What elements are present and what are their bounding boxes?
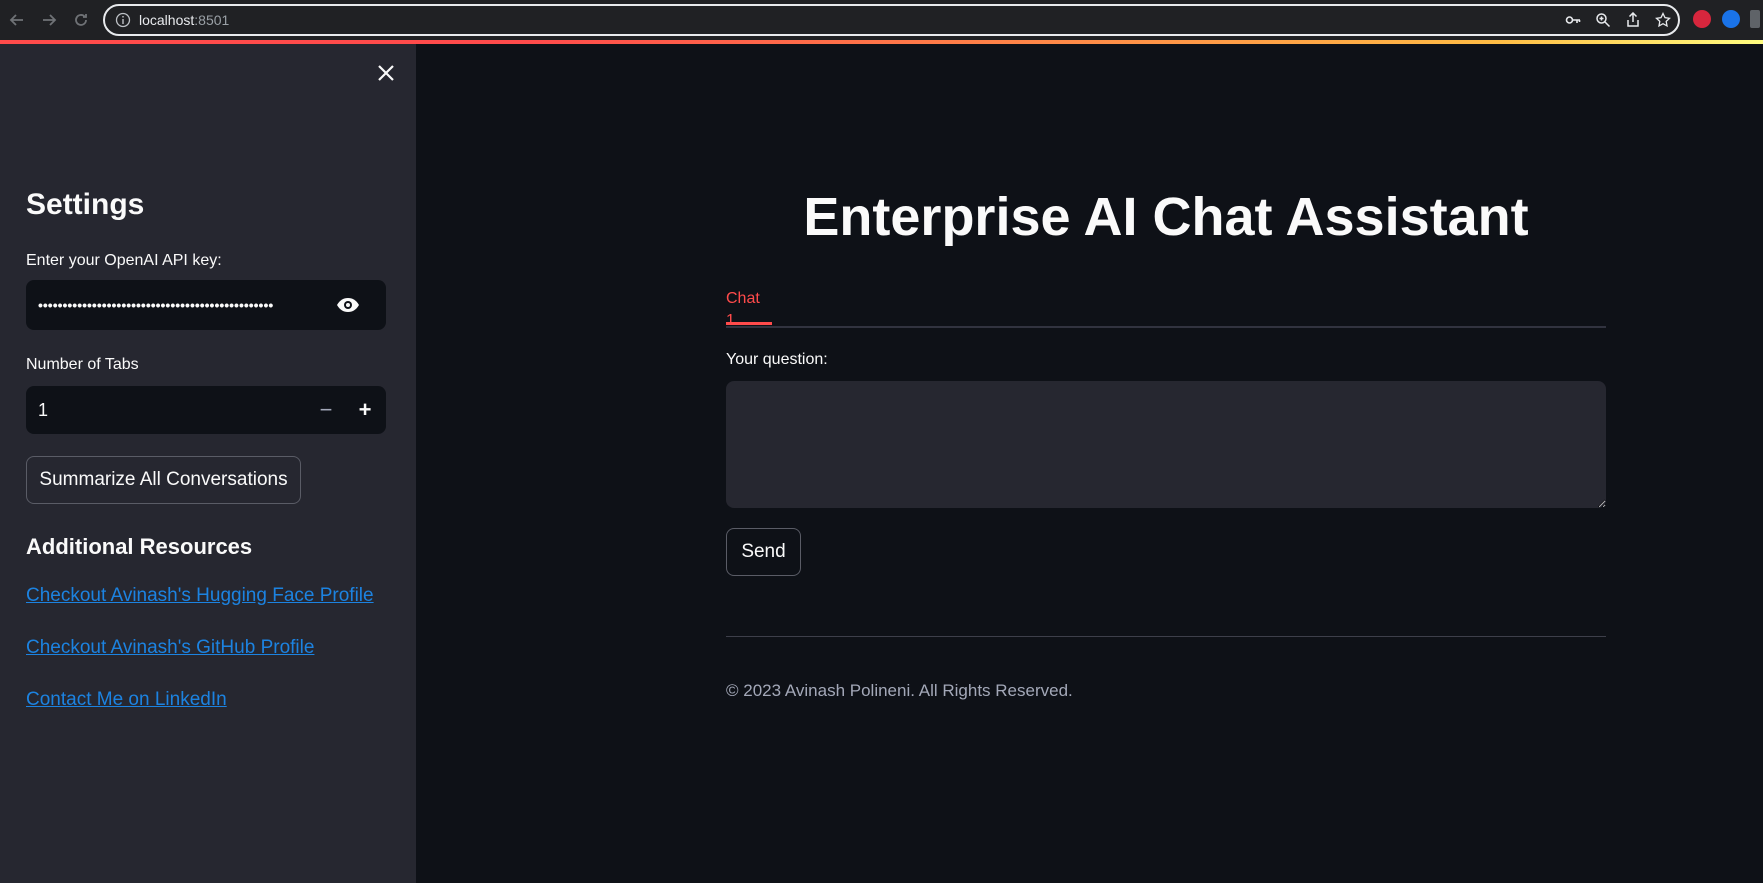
github-link[interactable]: Checkout Avinash's GitHub Profile xyxy=(26,637,314,659)
summarize-all-button[interactable]: Summarize All Conversations xyxy=(26,456,301,504)
bookmark-star-icon[interactable] xyxy=(1654,11,1672,29)
api-key-value[interactable]: ••••••••••••••••••••••••••••••••••••••••… xyxy=(38,297,306,313)
address-bar[interactable]: localhost:8501 xyxy=(103,4,1680,36)
number-of-tabs-stepper[interactable]: 1 − + xyxy=(26,386,386,434)
send-button[interactable]: Send xyxy=(726,528,801,576)
url-text: localhost:8501 xyxy=(139,12,230,28)
decrement-button[interactable]: − xyxy=(314,398,338,422)
back-icon[interactable] xyxy=(6,9,28,31)
question-label: Your question: xyxy=(726,351,828,368)
number-of-tabs-value[interactable]: 1 xyxy=(38,400,48,421)
extension-icon[interactable] xyxy=(1693,10,1711,28)
api-key-input[interactable]: ••••••••••••••••••••••••••••••••••••••••… xyxy=(26,280,386,330)
linkedin-link[interactable]: Contact Me on LinkedIn xyxy=(26,689,227,711)
footer-copyright: © 2023 Avinash Polineni. All Rights Rese… xyxy=(726,681,1073,700)
reload-icon[interactable] xyxy=(70,9,92,31)
extensions-menu-icon[interactable] xyxy=(1750,10,1760,28)
tab-bar: Chat 1 xyxy=(726,288,1606,329)
sidebar-title: Settings xyxy=(26,188,145,221)
divider xyxy=(726,636,1606,637)
site-info-icon[interactable] xyxy=(115,12,131,28)
resources-heading: Additional Resources xyxy=(26,534,253,559)
key-icon[interactable] xyxy=(1564,11,1582,29)
hugging-face-link[interactable]: Checkout Avinash's Hugging Face Profile xyxy=(26,585,374,607)
active-tab-indicator xyxy=(726,322,772,325)
show-password-icon[interactable] xyxy=(336,294,360,316)
browser-toolbar: localhost:8501 xyxy=(0,0,1763,40)
share-icon[interactable] xyxy=(1624,11,1642,29)
increment-button[interactable]: + xyxy=(353,398,377,422)
extension-icon[interactable] xyxy=(1722,10,1740,28)
zoom-icon[interactable] xyxy=(1594,11,1612,29)
api-key-label: Enter your OpenAI API key: xyxy=(26,252,222,269)
number-of-tabs-label: Number of Tabs xyxy=(26,356,139,373)
page-title: Enterprise AI Chat Assistant xyxy=(803,187,1529,247)
question-input[interactable] xyxy=(726,381,1606,508)
sidebar: Settings Enter your OpenAI API key: ••••… xyxy=(0,44,416,883)
forward-icon[interactable] xyxy=(38,9,60,31)
close-sidebar-icon[interactable] xyxy=(375,62,397,84)
